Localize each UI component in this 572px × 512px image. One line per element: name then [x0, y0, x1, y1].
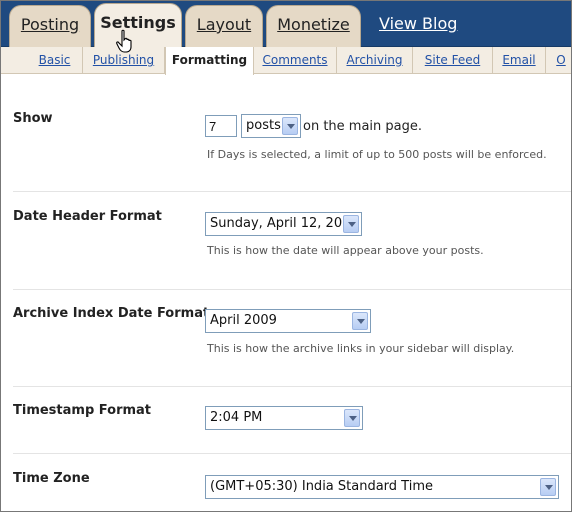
- date-header-row: Date Header Format Sunday, April 12, 200…: [13, 209, 571, 284]
- hand-cursor-icon: [116, 29, 132, 53]
- subtab-basic[interactable]: Basic: [27, 47, 83, 74]
- archive-index-help-text: This is how the archive links in your si…: [207, 342, 515, 355]
- timestamp-label: Timestamp Format: [13, 403, 152, 418]
- subtab-more-label: O: [556, 53, 566, 67]
- tab-layout[interactable]: Layout: [185, 5, 263, 47]
- subtab-formatting-label: Formatting: [171, 53, 248, 67]
- tab-monetize[interactable]: Monetize: [266, 5, 361, 47]
- subtab-publishing-label: Publishing: [92, 53, 155, 67]
- date-header-value: Sunday, April 12, 2009: [210, 216, 359, 231]
- time-zone-label: Time Zone: [13, 471, 90, 486]
- subtab-archiving[interactable]: Archiving: [337, 47, 413, 74]
- subtab-email-label: Email: [502, 53, 536, 67]
- subtab-more[interactable]: O: [546, 47, 571, 74]
- subtab-comments-label: Comments: [262, 53, 328, 67]
- chevron-down-icon[interactable]: [540, 478, 556, 496]
- subtab-email[interactable]: Email: [493, 47, 546, 74]
- timestamp-value: 2:04 PM: [210, 410, 263, 425]
- tab-settings-label: Settings: [100, 13, 176, 32]
- show-setting-row: Show posts on the main page. If Days is …: [13, 111, 571, 191]
- blogger-settings-window: Posting Settings Layout Monetize View Bl…: [0, 0, 572, 512]
- show-suffix-text: on the main page.: [303, 119, 423, 134]
- time-zone-value: (GMT+05:30) India Standard Time: [210, 479, 433, 494]
- archive-index-select[interactable]: April 2009: [205, 309, 371, 333]
- chevron-down-icon[interactable]: [344, 409, 360, 427]
- chevron-down-icon[interactable]: [282, 117, 298, 135]
- settings-subnav: Basic Publishing Formatting Comments Arc…: [1, 47, 571, 75]
- show-label: Show: [13, 111, 53, 126]
- view-blog-link[interactable]: View Blog: [379, 14, 457, 33]
- time-zone-row: Time Zone (GMT+05:30) India Standard Tim…: [13, 471, 571, 507]
- date-header-label: Date Header Format: [13, 209, 162, 224]
- chevron-down-icon[interactable]: [343, 215, 359, 233]
- time-zone-select[interactable]: (GMT+05:30) India Standard Time: [205, 475, 559, 499]
- divider: [13, 386, 571, 387]
- tab-monetize-label: Monetize: [277, 15, 350, 34]
- tab-posting[interactable]: Posting: [9, 5, 91, 47]
- date-header-select[interactable]: Sunday, April 12, 2009: [205, 212, 362, 236]
- show-unit-value: posts: [246, 118, 281, 133]
- subtab-archiving-label: Archiving: [346, 53, 403, 67]
- subtab-basic-label: Basic: [38, 53, 71, 67]
- show-unit-select[interactable]: posts: [241, 114, 301, 138]
- archive-index-value: April 2009: [210, 313, 277, 328]
- tab-settings[interactable]: Settings: [94, 3, 182, 48]
- tab-layout-label: Layout: [196, 15, 252, 34]
- archive-index-label: Archive Index Date Format: [13, 306, 210, 321]
- subtab-site-feed[interactable]: Site Feed: [413, 47, 493, 74]
- chevron-down-icon[interactable]: [352, 312, 368, 330]
- timestamp-select[interactable]: 2:04 PM: [205, 406, 363, 430]
- tab-posting-label: Posting: [20, 15, 80, 34]
- date-header-help-text: This is how the date will appear above y…: [207, 244, 484, 257]
- main-nav-bar: Posting Settings Layout Monetize View Bl…: [1, 1, 571, 48]
- post-count-input[interactable]: [205, 115, 237, 137]
- subtab-formatting[interactable]: Formatting: [165, 47, 254, 75]
- subtab-comments[interactable]: Comments: [254, 47, 337, 74]
- show-help-text: If Days is selected, a limit of up to 50…: [207, 148, 547, 161]
- divider: [13, 289, 571, 290]
- subtab-site-feed-label: Site Feed: [424, 53, 481, 67]
- archive-index-row: Archive Index Date Format April 2009 Thi…: [13, 306, 571, 381]
- divider: [13, 191, 571, 192]
- timestamp-row: Timestamp Format 2:04 PM: [13, 403, 571, 453]
- divider: [13, 453, 571, 454]
